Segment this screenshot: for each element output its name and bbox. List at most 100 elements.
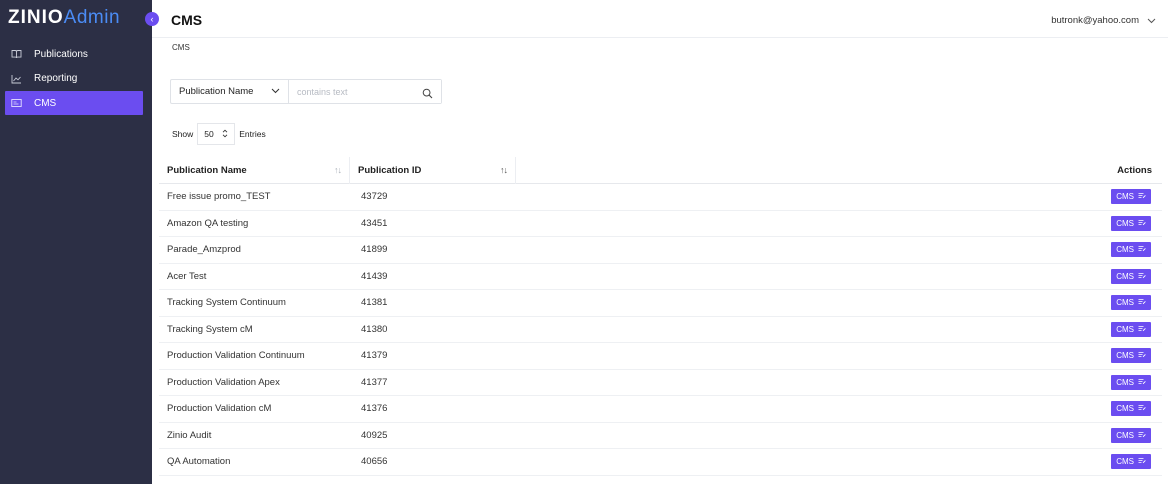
publication-id-cell: 41377 [361,376,388,388]
filter-bar: Publication Name [170,79,442,104]
publication-name-cell: Tracking System Continuum [167,297,286,309]
cms-button-label: CMS [1116,324,1134,334]
cms-button[interactable]: CMS [1111,374,1151,390]
logo-zinio: ZINIO [8,7,64,28]
cms-button-label: CMS [1116,218,1134,228]
search-input[interactable] [289,80,441,103]
table-row: Acer Test 41439 CMS [159,264,1162,290]
sort-icon: ↑↓ [334,165,342,175]
edit-doc-icon [1138,351,1146,360]
filter-field-label: Publication Name [179,86,254,97]
publication-name-cell: Parade_Amzprod [167,244,241,256]
filter-field-select[interactable]: Publication Name [171,80,289,103]
publication-id-cell: 43729 [361,191,388,203]
search-icon [422,86,433,104]
logo-admin: Admin [63,7,121,28]
edit-doc-icon [1138,325,1146,334]
table-header: Publication Name ↑↓ Publication ID ↑↓ Ac… [159,156,1162,184]
book-icon [10,48,22,60]
sidebar-item-label: Publications [34,48,88,60]
cms-button[interactable]: CMS [1111,321,1151,337]
user-menu[interactable]: butronk@yahoo.com [1051,15,1156,26]
table-row: Production Validation cM 41376 CMS [159,396,1162,423]
actions-cell: CMS [516,242,1162,258]
actions-cell: CMS [516,454,1162,470]
edit-doc-icon [1138,404,1146,413]
edit-doc-icon [1138,431,1146,440]
sidebar-item-label: CMS [34,97,57,109]
table-row: Amazon QA testing 43451 CMS [159,211,1162,237]
edit-doc-icon [1138,457,1146,466]
cms-button[interactable]: CMS [1111,242,1151,258]
publication-id-cell: 43451 [361,217,388,229]
entries-select[interactable]: 50 [197,123,236,145]
publication-name-cell: Production Validation Continuum [167,350,305,362]
column-header-publication-id[interactable]: Publication ID ↑↓ [350,156,516,184]
actions-cell: CMS [516,189,1162,205]
user-email: butronk@yahoo.com [1051,15,1139,26]
cms-button-label: CMS [1116,192,1134,202]
breadcrumb[interactable]: CMS [172,43,190,52]
actions-cell: CMS [516,427,1162,443]
publication-name-cell: Amazon QA testing [167,217,249,229]
publication-name-cell: Zinio Audit [167,429,212,441]
page-title: CMS [171,12,203,28]
publication-name-cell: Acer Test [167,270,207,282]
chevron-down-icon [271,86,280,97]
cms-button[interactable]: CMS [1111,454,1151,470]
cms-button-label: CMS [1116,457,1134,467]
actions-cell: CMS [516,321,1162,337]
cms-button-label: CMS [1116,245,1134,255]
cms-button[interactable]: CMS [1111,189,1151,205]
actions-cell: CMS [516,215,1162,231]
sidebar-nav: Publications Reporting CMS [5,42,143,116]
sidebar-collapse-button[interactable]: ‹ [145,12,159,26]
publication-name-cell: QA Automation [167,456,231,468]
cms-button[interactable]: CMS [1111,215,1151,231]
chart-line-icon [10,73,22,85]
column-header-actions: Actions [516,157,1162,184]
publication-name-cell: Production Validation Apex [167,376,280,388]
publication-id-cell: 41380 [361,323,388,335]
sidebar: ZINIOAdmin Publications Reporting CMS [0,0,152,484]
edit-doc-icon [1138,378,1146,387]
publication-id-cell: 40656 [361,456,388,468]
column-header-label: Actions [1117,164,1152,176]
publication-name-cell: Production Validation cM [167,403,272,415]
publication-id-cell: 41439 [361,270,388,282]
edit-doc-icon [1138,245,1146,254]
sidebar-item-reporting[interactable]: Reporting [5,67,143,91]
publication-name-cell: Free issue promo_TEST [167,191,271,203]
publication-id-cell: 41379 [361,350,388,362]
cms-button[interactable]: CMS [1111,348,1151,364]
table-row: Production Validation Apex 41377 CMS [159,370,1162,396]
sidebar-item-publications[interactable]: Publications [5,42,143,66]
cms-button-label: CMS [1116,430,1134,440]
column-header-publication-name[interactable]: Publication Name ↑↓ [159,156,350,184]
actions-cell: CMS [516,295,1162,311]
cms-button[interactable]: CMS [1111,295,1151,311]
cms-button[interactable]: CMS [1111,268,1151,284]
cms-button-label: CMS [1116,377,1134,387]
edit-doc-icon [1138,272,1146,281]
cms-button[interactable]: CMS [1111,427,1151,443]
cms-button-label: CMS [1116,298,1134,308]
sidebar-item-cms[interactable]: CMS [5,91,143,115]
table-row: Free issue promo_TEST 43729 CMS [159,184,1162,211]
publications-table: Publication Name ↑↓ Publication ID ↑↓ Ac… [159,156,1162,476]
column-header-label: Publication Name [167,164,247,176]
stepper-arrows-icon [222,129,228,140]
publication-name-cell: Tracking System cM [167,323,253,335]
table-row: Tracking System Continuum 41381 CMS [159,290,1162,317]
logo[interactable]: ZINIOAdmin [8,7,120,29]
chevron-left-icon: ‹ [150,14,154,24]
actions-cell: CMS [516,348,1162,364]
entries-control: Show 50 Entries [172,123,266,145]
cms-icon [10,97,22,109]
publication-id-cell: 41899 [361,244,388,256]
column-header-label: Publication ID [358,164,422,176]
cms-button[interactable]: CMS [1111,401,1151,417]
entries-suffix: Entries [239,129,266,139]
cms-button-label: CMS [1116,404,1134,414]
publication-id-cell: 40925 [361,429,388,441]
